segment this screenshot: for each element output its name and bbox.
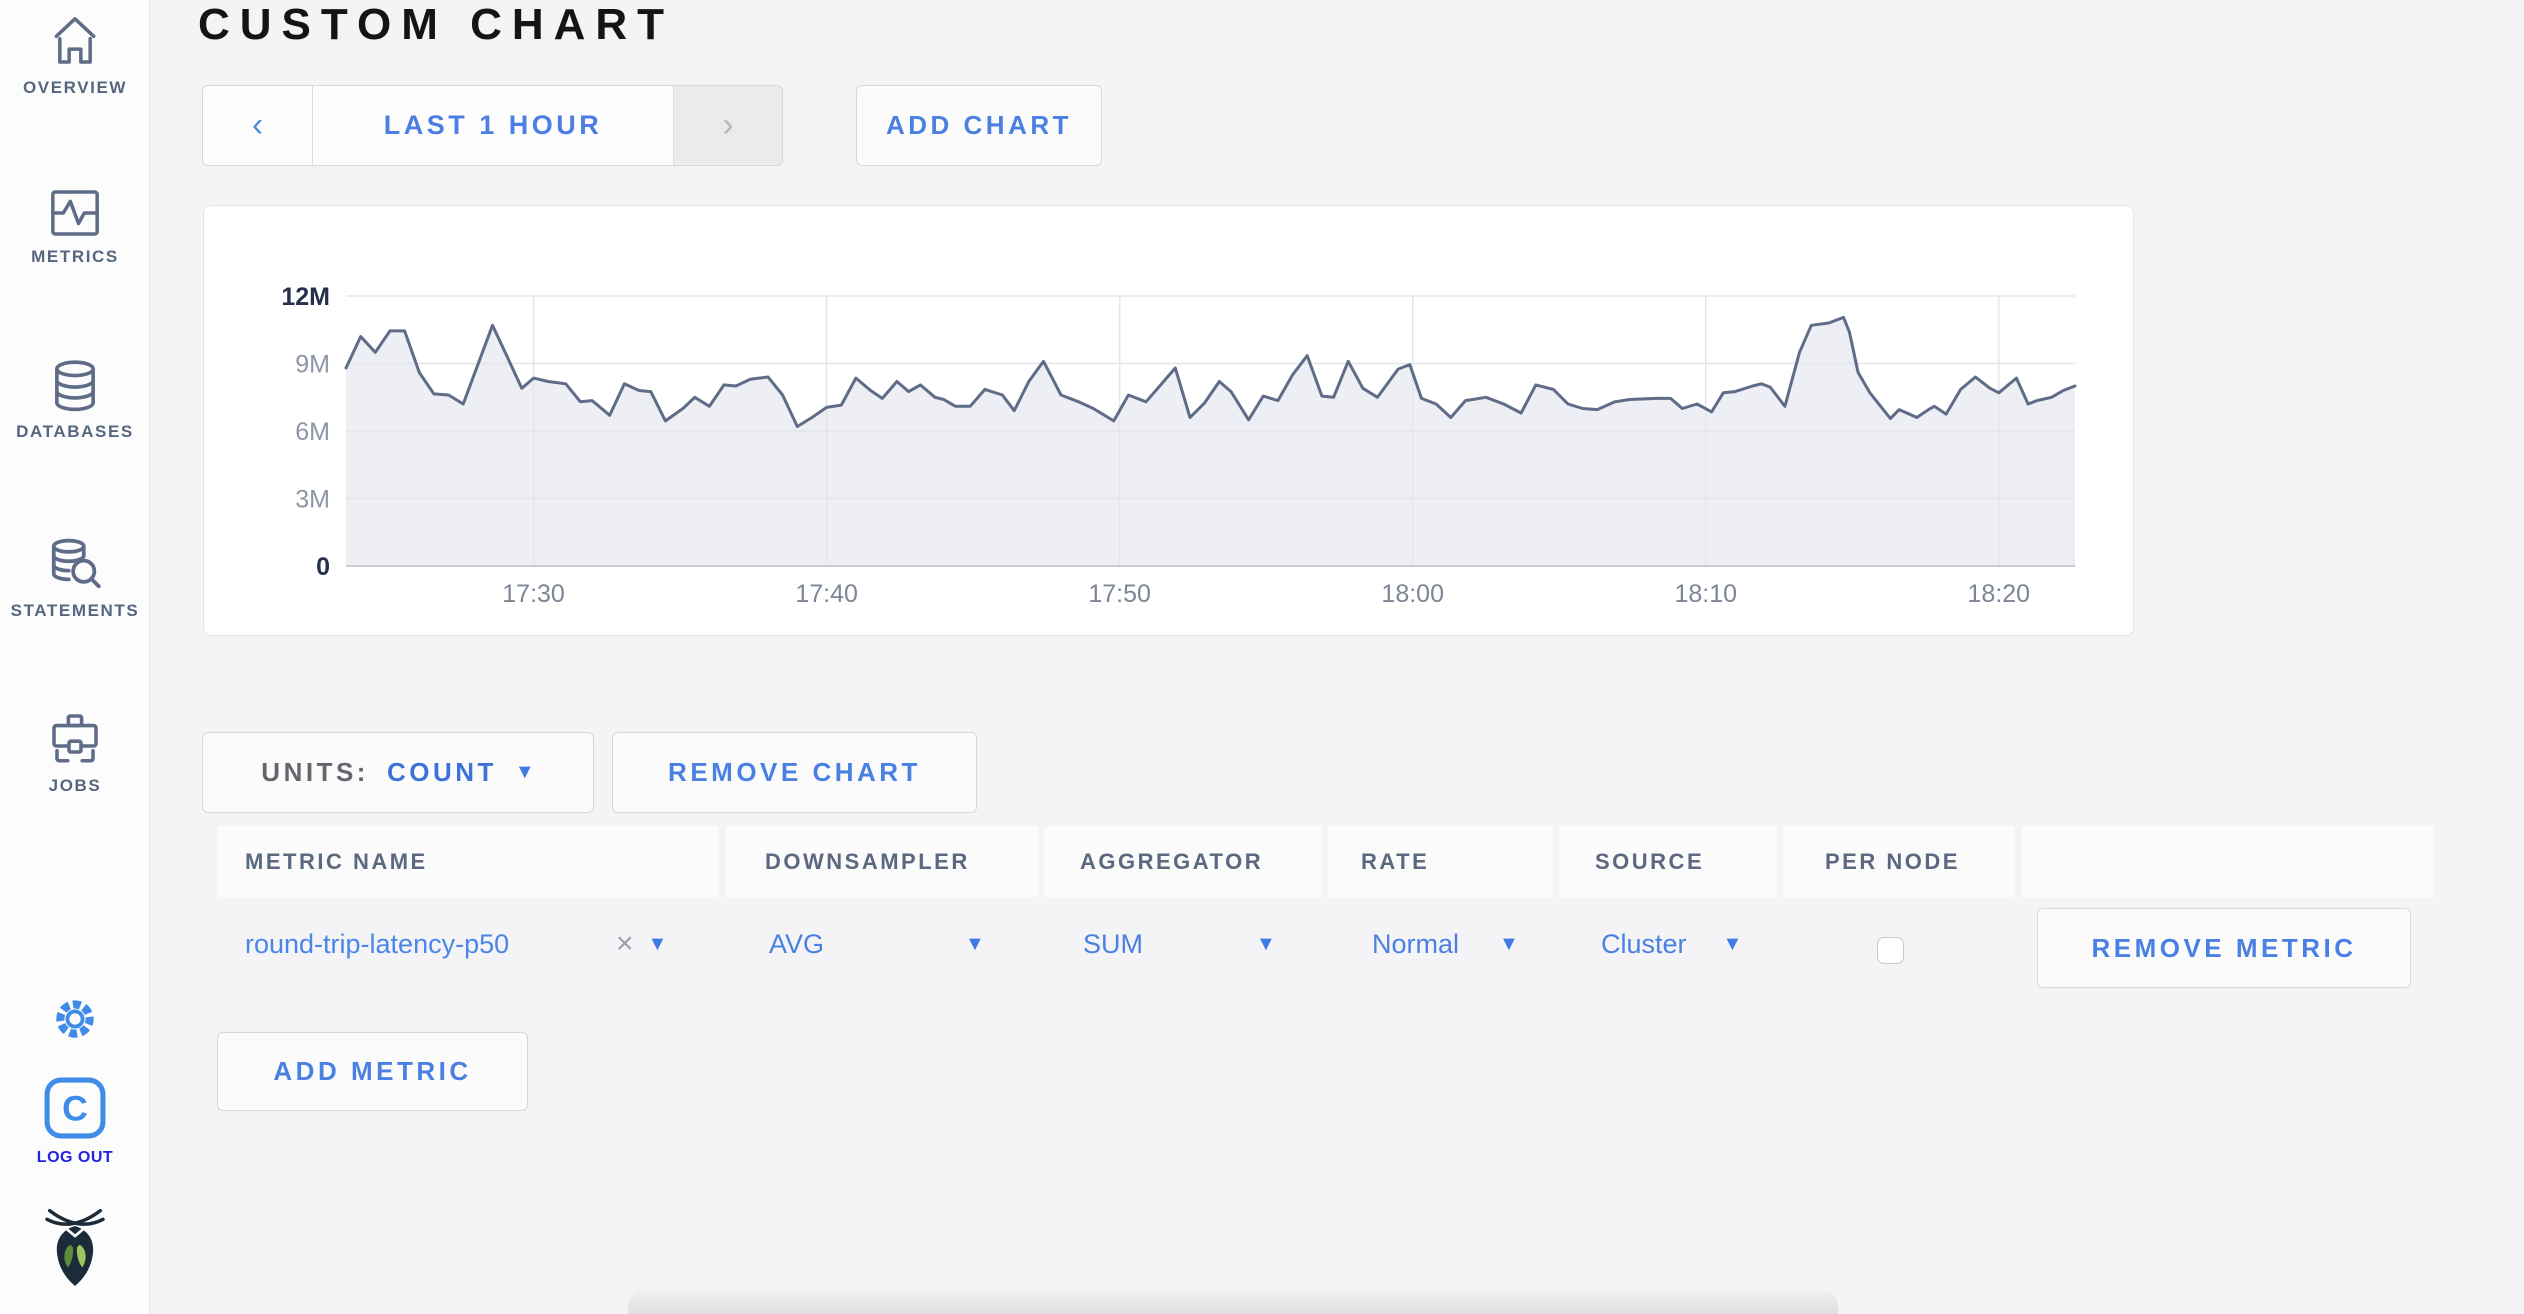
- rate-dropdown[interactable]: Normal ▼: [1372, 898, 1519, 990]
- sidebar-item-label: STATEMENTS: [10, 601, 140, 620]
- svg-text:C: C: [62, 1089, 88, 1129]
- sidebar-item-metrics[interactable]: METRICS: [0, 185, 150, 267]
- y-tick-label: 6M: [295, 418, 330, 446]
- caret-down-icon: ▼: [1499, 932, 1519, 955]
- x-tick-label: 17:30: [502, 580, 565, 608]
- y-tick-label: 3M: [295, 486, 330, 514]
- aggregator-caret[interactable]: ▼: [1256, 898, 1276, 990]
- chevron-left-icon: ‹: [251, 106, 264, 144]
- timeseries-chart: 0 3M 6M 9M 12M 17:30 17:40 17:50 18:00 18:10 18:20: [281, 283, 2077, 608]
- sidebar-item-statements[interactable]: STATEMENTS: [0, 535, 150, 621]
- time-range-next-button[interactable]: ›: [673, 86, 782, 165]
- sidebar-item-overview[interactable]: OVERVIEW: [0, 10, 150, 98]
- window-bottom-shadow: [628, 1290, 1838, 1314]
- custom-chart-panel: 0 3M 6M 9M 12M 17:30 17:40 17:50 18:00 18:10 18:20: [203, 205, 2134, 636]
- settings-button[interactable]: [0, 993, 150, 1045]
- x-tick-label: 17:50: [1088, 580, 1151, 608]
- x-tick-label: 18:00: [1381, 580, 1444, 608]
- caret-down-icon: ▼: [965, 932, 985, 955]
- sidebar: OVERVIEW METRICS DATABASES STATEMENTS JO…: [0, 0, 150, 1314]
- cockroach-c-icon: C: [0, 1075, 150, 1141]
- x-tick-label: 17:40: [795, 580, 858, 608]
- clear-metric-icon[interactable]: ×: [616, 927, 634, 961]
- column-header-metric-name: METRIC NAME: [217, 826, 719, 897]
- time-range-selector: ‹ LAST 1 HOUR ›: [202, 85, 783, 166]
- series-area: [346, 317, 2075, 566]
- y-tick-label: 12M: [281, 283, 330, 311]
- column-header-actions: [2021, 826, 2434, 897]
- gear-icon: [0, 993, 150, 1045]
- time-range-prev-button[interactable]: ‹: [203, 86, 313, 165]
- caret-down-icon[interactable]: ▼: [648, 933, 668, 956]
- x-tick-label: 18:20: [1968, 580, 2031, 608]
- per-node-checkbox[interactable]: [1877, 937, 1904, 964]
- caret-down-icon: ▼: [1722, 932, 1743, 955]
- table-row-metric-name[interactable]: round-trip-latency-p50: [245, 898, 509, 990]
- time-range-value[interactable]: LAST 1 HOUR: [313, 86, 673, 165]
- chevron-right-icon: ›: [722, 106, 734, 144]
- metrics-icon: [0, 185, 150, 241]
- sidebar-item-label: DATABASES: [16, 422, 134, 441]
- statements-icon: [0, 535, 150, 595]
- cockroachdb-logo: [0, 1208, 150, 1292]
- downsampler-caret[interactable]: ▼: [965, 898, 985, 990]
- column-header-source: SOURCE: [1559, 826, 1777, 897]
- aggregator-value: SUM: [1083, 928, 1143, 959]
- logout-button[interactable]: C LOG OUT: [0, 1075, 150, 1167]
- sidebar-item-label: OVERVIEW: [22, 78, 128, 97]
- add-chart-button[interactable]: ADD CHART: [856, 85, 1102, 166]
- column-header-rate: RATE: [1328, 826, 1553, 897]
- sidebar-item-databases[interactable]: DATABASES: [0, 358, 150, 442]
- home-icon: [0, 10, 150, 72]
- logout-label: LOG OUT: [36, 1149, 114, 1166]
- y-tick-label: 0: [316, 553, 330, 581]
- y-tick-label: 9M: [295, 351, 330, 379]
- sidebar-item-label: METRICS: [31, 247, 119, 266]
- sidebar-item-label: JOBS: [48, 776, 102, 795]
- column-header-per-node: PER NODE: [1783, 826, 2015, 897]
- briefcase-icon: [0, 710, 150, 770]
- units-label: UNITS:: [261, 757, 369, 787]
- remove-metric-button[interactable]: REMOVE METRIC: [2037, 908, 2411, 988]
- remove-chart-button[interactable]: REMOVE CHART: [612, 732, 977, 813]
- caret-down-icon: ▼: [1256, 932, 1276, 955]
- downsampler-value: AVG: [769, 928, 825, 959]
- aggregator-dropdown[interactable]: SUM: [1083, 898, 1143, 990]
- cockroach-bug-icon: [0, 1208, 150, 1292]
- rate-value: Normal: [1372, 928, 1460, 959]
- add-metric-button[interactable]: ADD METRIC: [217, 1032, 528, 1111]
- column-header-aggregator: AGGREGATOR: [1044, 826, 1322, 897]
- caret-down-icon: ▼: [514, 761, 535, 783]
- source-value: Cluster: [1601, 928, 1687, 959]
- database-icon: [0, 358, 150, 416]
- source-dropdown[interactable]: Cluster ▼: [1601, 898, 1742, 990]
- metric-clear-control: × ▼: [616, 898, 667, 990]
- units-dropdown[interactable]: UNITS: COUNT ▼: [202, 732, 594, 813]
- metric-name-value[interactable]: round-trip-latency-p50: [245, 929, 509, 960]
- x-tick-label: 18:10: [1674, 580, 1737, 608]
- downsampler-dropdown[interactable]: AVG: [769, 898, 824, 990]
- page-title: CUSTOM CHART: [198, 0, 675, 49]
- units-value: COUNT: [386, 757, 497, 787]
- sidebar-item-jobs[interactable]: JOBS: [0, 710, 150, 796]
- column-header-downsampler: DOWNSAMPLER: [725, 826, 1038, 897]
